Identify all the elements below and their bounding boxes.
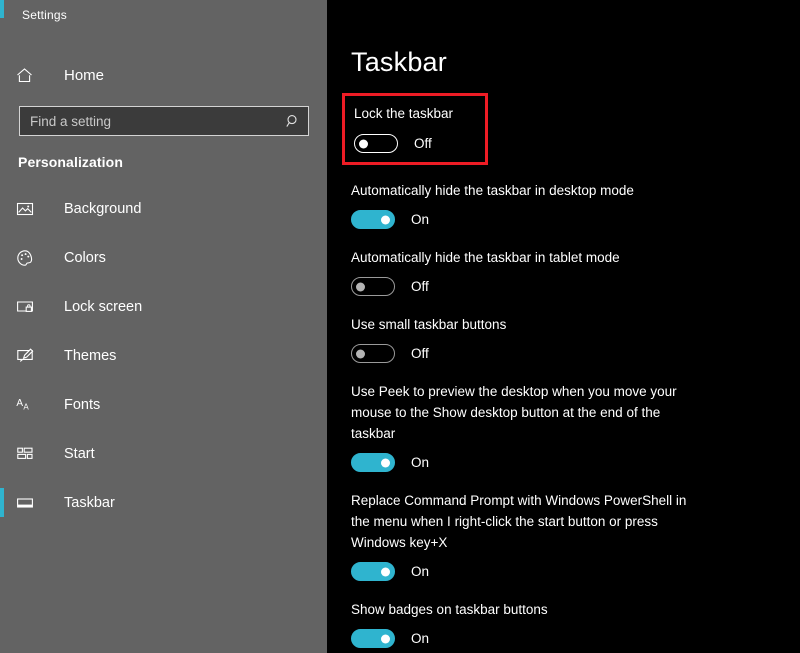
- toggle-state-label: On: [411, 455, 430, 470]
- sidebar-section-title: Personalization: [18, 154, 123, 170]
- toggle-state-label: On: [411, 212, 430, 227]
- sidebar: Settings Home Personalization: [0, 0, 327, 653]
- toggle-lock-the-taskbar[interactable]: [354, 134, 398, 153]
- search-box[interactable]: [19, 106, 309, 136]
- setting-label: Lock the taskbar: [354, 106, 454, 121]
- toggle-show-badges[interactable]: [351, 629, 395, 648]
- fonts-aa-icon: A A: [16, 396, 42, 414]
- picture-icon: [16, 200, 42, 218]
- toggle-knob: [381, 458, 390, 467]
- selection-indicator: [0, 390, 4, 419]
- toggle-row: On: [351, 210, 800, 229]
- setting-label: Show badges on taskbar buttons: [351, 602, 548, 617]
- setting-show-badges: Show badges on taskbar buttons On: [351, 599, 800, 648]
- selection-indicator: [0, 292, 4, 321]
- setting-label: Use small taskbar buttons: [351, 317, 507, 332]
- toggle-row: On: [351, 629, 800, 648]
- sidebar-item-start-label: Start: [64, 445, 95, 462]
- themes-brush-icon: [16, 347, 42, 365]
- sidebar-item-colors[interactable]: Colors: [0, 233, 327, 282]
- toggle-knob: [356, 282, 365, 291]
- sidebar-item-colors-label: Colors: [64, 249, 106, 266]
- home-icon: [16, 67, 42, 84]
- search-icon[interactable]: [286, 114, 300, 128]
- toggle-state-label: Off: [414, 136, 432, 151]
- toggle-row: On: [351, 453, 800, 472]
- selection-indicator: [0, 194, 4, 223]
- toggle-row: Off: [354, 134, 485, 153]
- setting-auto-hide-tablet-mode: Automatically hide the taskbar in tablet…: [351, 247, 800, 296]
- setting-use-small-taskbar-buttons: Use small taskbar buttons Off: [351, 314, 800, 363]
- toggle-auto-hide-tablet-mode[interactable]: [351, 277, 395, 296]
- toggle-use-small-taskbar-buttons[interactable]: [351, 344, 395, 363]
- toggle-auto-hide-desktop-mode[interactable]: [351, 210, 395, 229]
- setting-label: Automatically hide the taskbar in deskto…: [351, 183, 634, 198]
- toggle-row: Off: [351, 344, 800, 363]
- sidebar-item-background[interactable]: Background: [0, 184, 327, 233]
- setting-auto-hide-desktop-mode: Automatically hide the taskbar in deskto…: [351, 180, 800, 229]
- taskbar-icon: [16, 494, 42, 512]
- palette-icon: [16, 249, 42, 267]
- toggle-knob: [356, 349, 365, 358]
- toggle-state-label: Off: [411, 279, 429, 294]
- sidebar-item-start[interactable]: Start: [0, 429, 327, 478]
- setting-label: Replace Command Prompt with Windows Powe…: [351, 493, 687, 550]
- toggle-use-peek[interactable]: [351, 453, 395, 472]
- selection-indicator: [0, 439, 4, 468]
- settings-window: Settings Home Personalization: [0, 0, 800, 653]
- sidebar-item-lock-screen-label: Lock screen: [64, 298, 143, 315]
- setting-label: Use Peek to preview the desktop when you…: [351, 384, 677, 441]
- sidebar-item-home[interactable]: Home: [0, 58, 327, 92]
- toggle-row: Off: [351, 277, 800, 296]
- taskbar-settings-list: Lock the taskbar Off Automatically hide …: [342, 93, 800, 648]
- sidebar-item-lock-screen[interactable]: Lock screen: [0, 282, 327, 331]
- setting-label: Automatically hide the taskbar in tablet…: [351, 250, 620, 265]
- toggle-knob: [381, 567, 390, 576]
- setting-replace-command-prompt: Replace Command Prompt with Windows Powe…: [351, 490, 800, 581]
- sidebar-nav: Background Colors Lock screen Themes A A…: [0, 184, 327, 527]
- toggle-state-label: On: [411, 631, 430, 646]
- setting-lock-the-taskbar: Lock the taskbar Off: [342, 93, 488, 165]
- sidebar-item-fonts-label: Fonts: [64, 396, 101, 413]
- start-tiles-icon: [16, 445, 42, 463]
- toggle-knob: [381, 215, 390, 224]
- sidebar-item-home-label: Home: [64, 66, 105, 84]
- selection-indicator: [0, 243, 4, 272]
- sidebar-item-taskbar[interactable]: Taskbar: [0, 478, 327, 527]
- toggle-row: On: [351, 562, 800, 581]
- sidebar-item-themes[interactable]: Themes: [0, 331, 327, 380]
- toggle-state-label: On: [411, 564, 430, 579]
- titlebar: Settings: [0, 0, 327, 30]
- toggle-knob: [359, 139, 368, 148]
- toggle-replace-command-prompt[interactable]: [351, 562, 395, 581]
- selection-indicator: [0, 488, 4, 517]
- svg-text:A: A: [23, 402, 29, 411]
- sidebar-item-fonts[interactable]: A A Fonts: [0, 380, 327, 429]
- search-input[interactable]: [20, 107, 308, 135]
- sidebar-item-background-label: Background: [64, 200, 142, 217]
- lock-screen-icon: [16, 298, 42, 316]
- sidebar-item-taskbar-label: Taskbar: [64, 494, 115, 511]
- setting-use-peek: Use Peek to preview the desktop when you…: [351, 381, 800, 472]
- main-content: Taskbar Lock the taskbar Off Automatical…: [327, 0, 800, 653]
- toggle-knob: [381, 634, 390, 643]
- toggle-state-label: Off: [411, 346, 429, 361]
- window-accent-mark: [0, 0, 4, 18]
- sidebar-item-themes-label: Themes: [64, 347, 117, 364]
- selection-indicator: [0, 341, 4, 370]
- page-title: Taskbar: [351, 47, 447, 77]
- svg-text:A: A: [16, 398, 23, 409]
- window-title: Settings: [22, 8, 67, 22]
